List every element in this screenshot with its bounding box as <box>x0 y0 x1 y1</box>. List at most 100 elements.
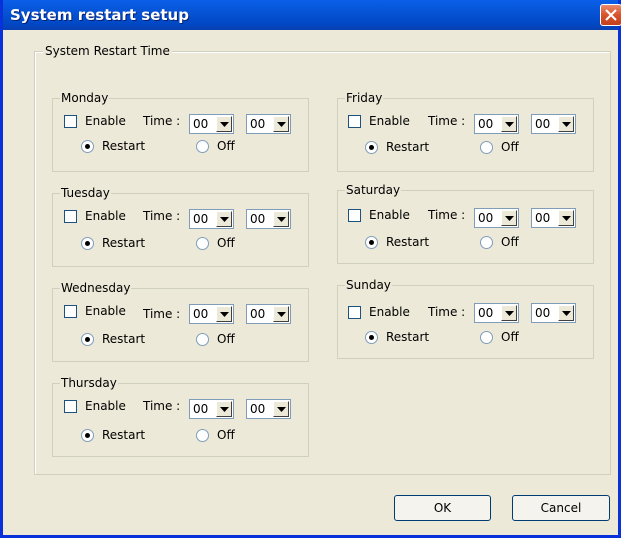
window-title: System restart setup <box>10 6 189 24</box>
hour-value-tuesday: 00 <box>193 212 209 226</box>
restart-radio-wednesday[interactable] <box>81 333 94 346</box>
minute-value-thursday: 00 <box>250 402 266 416</box>
day-group-wednesday <box>52 288 309 362</box>
minute-value-tuesday: 00 <box>250 212 266 226</box>
minute-select-sunday[interactable]: 00 <box>531 303 576 323</box>
cancel-button[interactable]: Cancel <box>512 495 610 521</box>
title-bar[interactable]: System restart setup <box>3 0 621 30</box>
restart-label-tuesday: Restart <box>102 236 146 250</box>
restart-radio-sunday[interactable] <box>365 331 378 344</box>
restart-radio-saturday[interactable] <box>365 236 378 249</box>
time-label-monday: Time : <box>143 114 181 128</box>
hour-value-thursday: 00 <box>193 402 209 416</box>
enable-label-wednesday: Enable <box>85 304 126 318</box>
time-label-thursday: Time : <box>143 399 181 413</box>
enable-label-tuesday: Enable <box>85 209 126 223</box>
enable-label-sunday: Enable <box>369 305 410 319</box>
hour-value-monday: 00 <box>193 117 209 131</box>
dropdown-arrow-icon[interactable] <box>501 305 517 321</box>
dropdown-arrow-icon[interactable] <box>501 210 517 226</box>
restart-label-thursday: Restart <box>102 428 146 442</box>
minute-select-tuesday[interactable]: 00 <box>246 209 291 229</box>
off-label-tuesday: Off <box>217 236 235 250</box>
dropdown-arrow-icon[interactable] <box>216 211 232 227</box>
hour-select-friday[interactable]: 00 <box>474 114 519 134</box>
restart-radio-monday[interactable] <box>81 140 94 153</box>
hour-select-wednesday[interactable]: 00 <box>189 304 234 324</box>
dropdown-arrow-icon[interactable] <box>273 306 289 322</box>
dropdown-arrow-icon[interactable] <box>273 116 289 132</box>
restart-label-wednesday: Restart <box>102 332 146 346</box>
hour-select-thursday[interactable]: 00 <box>189 399 234 419</box>
off-label-sunday: Off <box>501 330 519 344</box>
restart-label-friday: Restart <box>386 140 430 154</box>
dropdown-arrow-icon[interactable] <box>558 116 574 132</box>
enable-checkbox-sunday[interactable] <box>348 306 361 319</box>
off-radio-friday[interactable] <box>480 141 493 154</box>
hour-select-tuesday[interactable]: 00 <box>189 209 234 229</box>
restart-label-sunday: Restart <box>386 330 430 344</box>
dropdown-arrow-icon[interactable] <box>216 116 232 132</box>
day-label-thursday: Thursday <box>60 376 118 390</box>
restart-time-group-label: System Restart Time <box>43 44 172 58</box>
day-label-friday: Friday <box>345 91 384 105</box>
off-radio-sunday[interactable] <box>480 331 493 344</box>
minute-value-sunday: 00 <box>535 306 551 320</box>
day-group-tuesday <box>52 193 309 267</box>
minute-select-wednesday[interactable]: 00 <box>246 304 291 324</box>
enable-checkbox-monday[interactable] <box>64 115 77 128</box>
restart-label-saturday: Restart <box>386 235 430 249</box>
enable-checkbox-thursday[interactable] <box>64 400 77 413</box>
off-radio-wednesday[interactable] <box>196 333 209 346</box>
enable-checkbox-wednesday[interactable] <box>64 305 77 318</box>
day-label-monday: Monday <box>60 91 110 105</box>
ok-button[interactable]: OK <box>394 495 491 521</box>
hour-value-sunday: 00 <box>478 306 494 320</box>
minute-select-monday[interactable]: 00 <box>246 114 291 134</box>
minute-value-wednesday: 00 <box>250 307 266 321</box>
hour-select-sunday[interactable]: 00 <box>474 303 519 323</box>
restart-radio-thursday[interactable] <box>81 429 94 442</box>
off-radio-thursday[interactable] <box>196 429 209 442</box>
minute-select-thursday[interactable]: 00 <box>246 399 291 419</box>
hour-select-saturday[interactable]: 00 <box>474 208 519 228</box>
minute-value-monday: 00 <box>250 117 266 131</box>
dialog-window: System restart setup System Restart Time… <box>0 0 621 538</box>
close-button[interactable] <box>600 4 621 26</box>
restart-label-monday: Restart <box>102 139 146 153</box>
dropdown-arrow-icon[interactable] <box>273 211 289 227</box>
off-label-monday: Off <box>217 139 235 153</box>
minute-value-saturday: 00 <box>535 211 551 225</box>
minute-select-friday[interactable]: 00 <box>531 114 576 134</box>
day-group-friday <box>337 98 594 172</box>
dropdown-arrow-icon[interactable] <box>216 401 232 417</box>
enable-checkbox-saturday[interactable] <box>348 209 361 222</box>
time-label-saturday: Time : <box>428 208 466 222</box>
dropdown-arrow-icon[interactable] <box>558 210 574 226</box>
off-radio-saturday[interactable] <box>480 236 493 249</box>
enable-checkbox-friday[interactable] <box>348 115 361 128</box>
hour-value-wednesday: 00 <box>193 307 209 321</box>
day-label-wednesday: Wednesday <box>60 281 132 295</box>
dropdown-arrow-icon[interactable] <box>273 401 289 417</box>
enable-checkbox-tuesday[interactable] <box>64 210 77 223</box>
day-label-tuesday: Tuesday <box>60 186 111 200</box>
dropdown-arrow-icon[interactable] <box>558 305 574 321</box>
off-label-wednesday: Off <box>217 332 235 346</box>
dropdown-arrow-icon[interactable] <box>501 116 517 132</box>
restart-radio-friday[interactable] <box>365 141 378 154</box>
enable-label-friday: Enable <box>369 114 410 128</box>
minute-select-saturday[interactable]: 00 <box>531 208 576 228</box>
day-label-sunday: Sunday <box>345 278 392 292</box>
enable-label-monday: Enable <box>85 114 126 128</box>
off-label-thursday: Off <box>217 428 235 442</box>
restart-radio-tuesday[interactable] <box>81 237 94 250</box>
time-label-friday: Time : <box>428 114 466 128</box>
time-label-wednesday: Time : <box>143 307 181 321</box>
dropdown-arrow-icon[interactable] <box>216 306 232 322</box>
hour-select-monday[interactable]: 00 <box>189 114 234 134</box>
off-label-saturday: Off <box>501 235 519 249</box>
off-radio-monday[interactable] <box>196 140 209 153</box>
day-label-saturday: Saturday <box>345 183 402 197</box>
off-radio-tuesday[interactable] <box>196 237 209 250</box>
